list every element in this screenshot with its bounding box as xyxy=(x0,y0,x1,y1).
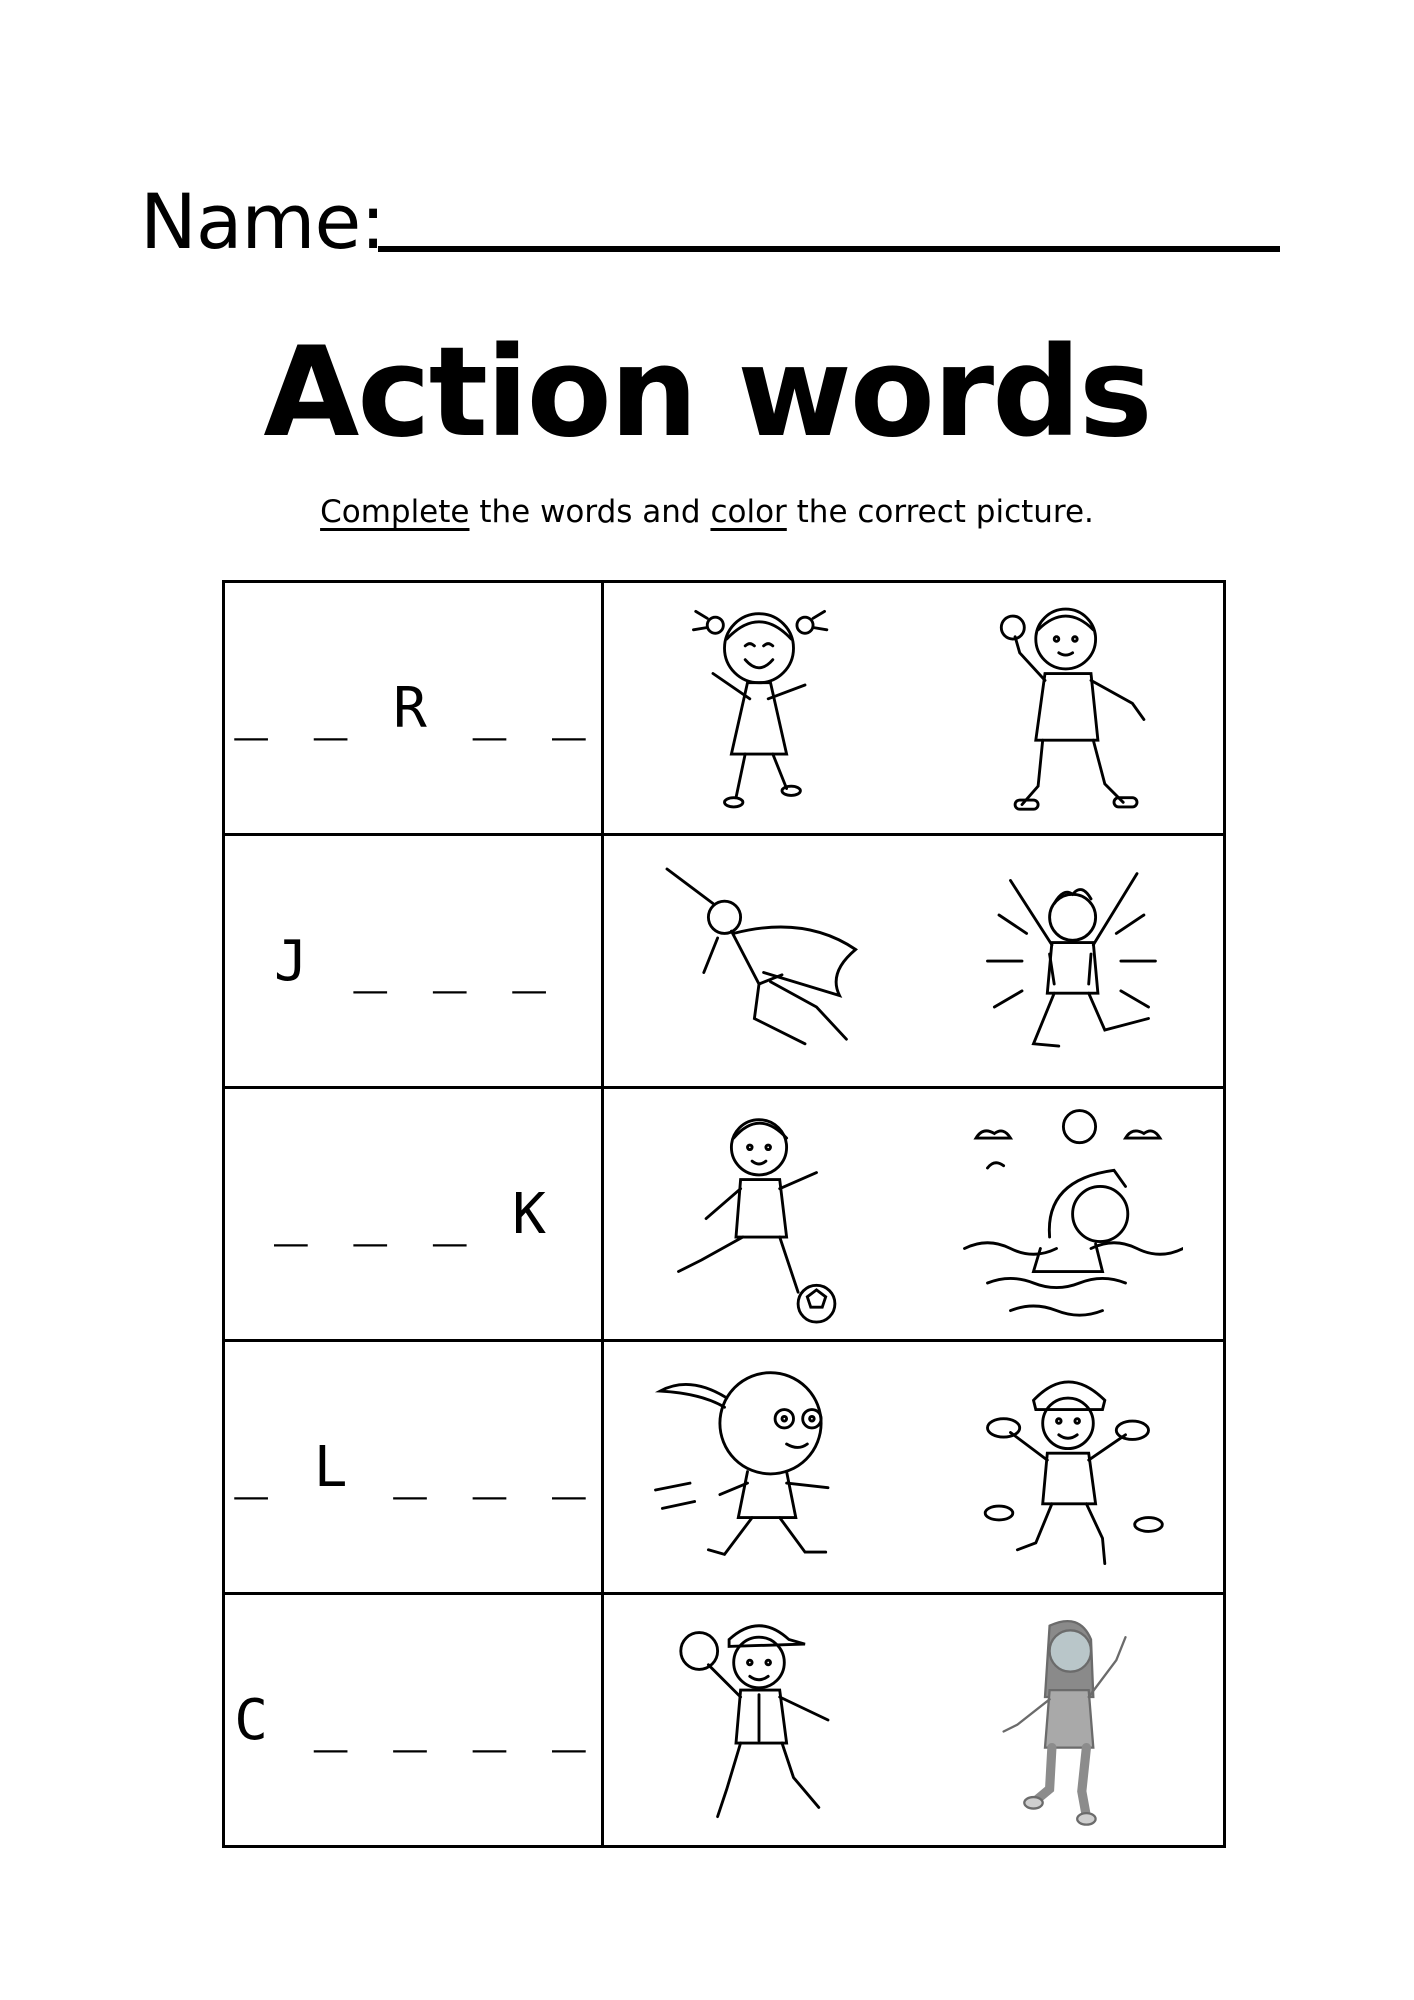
name-write-line[interactable] xyxy=(378,246,1280,252)
word-blanks: _ _ _ K xyxy=(273,1181,552,1247)
word-blanks: J _ _ _ xyxy=(273,928,552,994)
word-cell[interactable]: C _ _ _ _ xyxy=(222,1592,604,1848)
boy-swimming-illustration[interactable] xyxy=(953,1099,1184,1329)
word-blanks: _ L _ _ _ xyxy=(234,1434,592,1500)
boy-jumping-illustration[interactable] xyxy=(953,846,1183,1076)
exercise-table: _ _ R _ _ J _ _ _ _ _ _ K _ L _ _ _ C _ … xyxy=(222,580,1226,1848)
word-blanks: _ _ R _ _ xyxy=(234,675,592,741)
exercise-row: _ L _ _ _ xyxy=(222,1339,1226,1595)
word-cell[interactable]: J _ _ _ xyxy=(222,833,604,1089)
instruction-text: the correct picture. xyxy=(786,494,1094,530)
boy-catching-ball-illustration[interactable] xyxy=(644,1605,874,1835)
instructions: Complete the words and color the correct… xyxy=(0,490,1414,534)
picture-cell xyxy=(601,833,1226,1089)
boy-climbing-illustration[interactable] xyxy=(953,1352,1183,1582)
girl-walking-illustration[interactable] xyxy=(953,1605,1183,1835)
word-cell[interactable]: _ L _ _ _ xyxy=(222,1339,604,1595)
picture-cell xyxy=(601,1339,1226,1595)
picture-cell xyxy=(601,1592,1226,1848)
boy-kicking-ball-illustration[interactable] xyxy=(644,1099,874,1329)
girl-running-illustration[interactable] xyxy=(644,1352,874,1582)
worksheet-title: Action words xyxy=(263,321,1152,465)
exercise-row: _ _ _ K xyxy=(222,1086,1226,1342)
instruction-text: the words and xyxy=(469,494,711,530)
name-row: Name: xyxy=(140,172,1280,272)
picture-cell xyxy=(601,580,1226,836)
exercise-row: J _ _ _ xyxy=(222,833,1226,1089)
name-label: Name: xyxy=(140,177,386,266)
instruction-keyword-complete: Complete xyxy=(320,494,470,530)
word-cell[interactable]: _ _ _ K xyxy=(222,1086,604,1342)
exercise-row: _ _ R _ _ xyxy=(222,580,1226,836)
picture-cell xyxy=(601,1086,1226,1342)
girl-dancing-illustration[interactable] xyxy=(644,593,874,823)
exercise-row: C _ _ _ _ xyxy=(222,1592,1226,1848)
instruction-keyword-color: color xyxy=(710,494,787,530)
word-cell[interactable]: _ _ R _ _ xyxy=(222,580,604,836)
word-blanks: C _ _ _ _ xyxy=(234,1687,592,1753)
superhero-flying-illustration[interactable] xyxy=(644,846,874,1076)
boy-throwing-ball-illustration[interactable] xyxy=(953,593,1183,823)
